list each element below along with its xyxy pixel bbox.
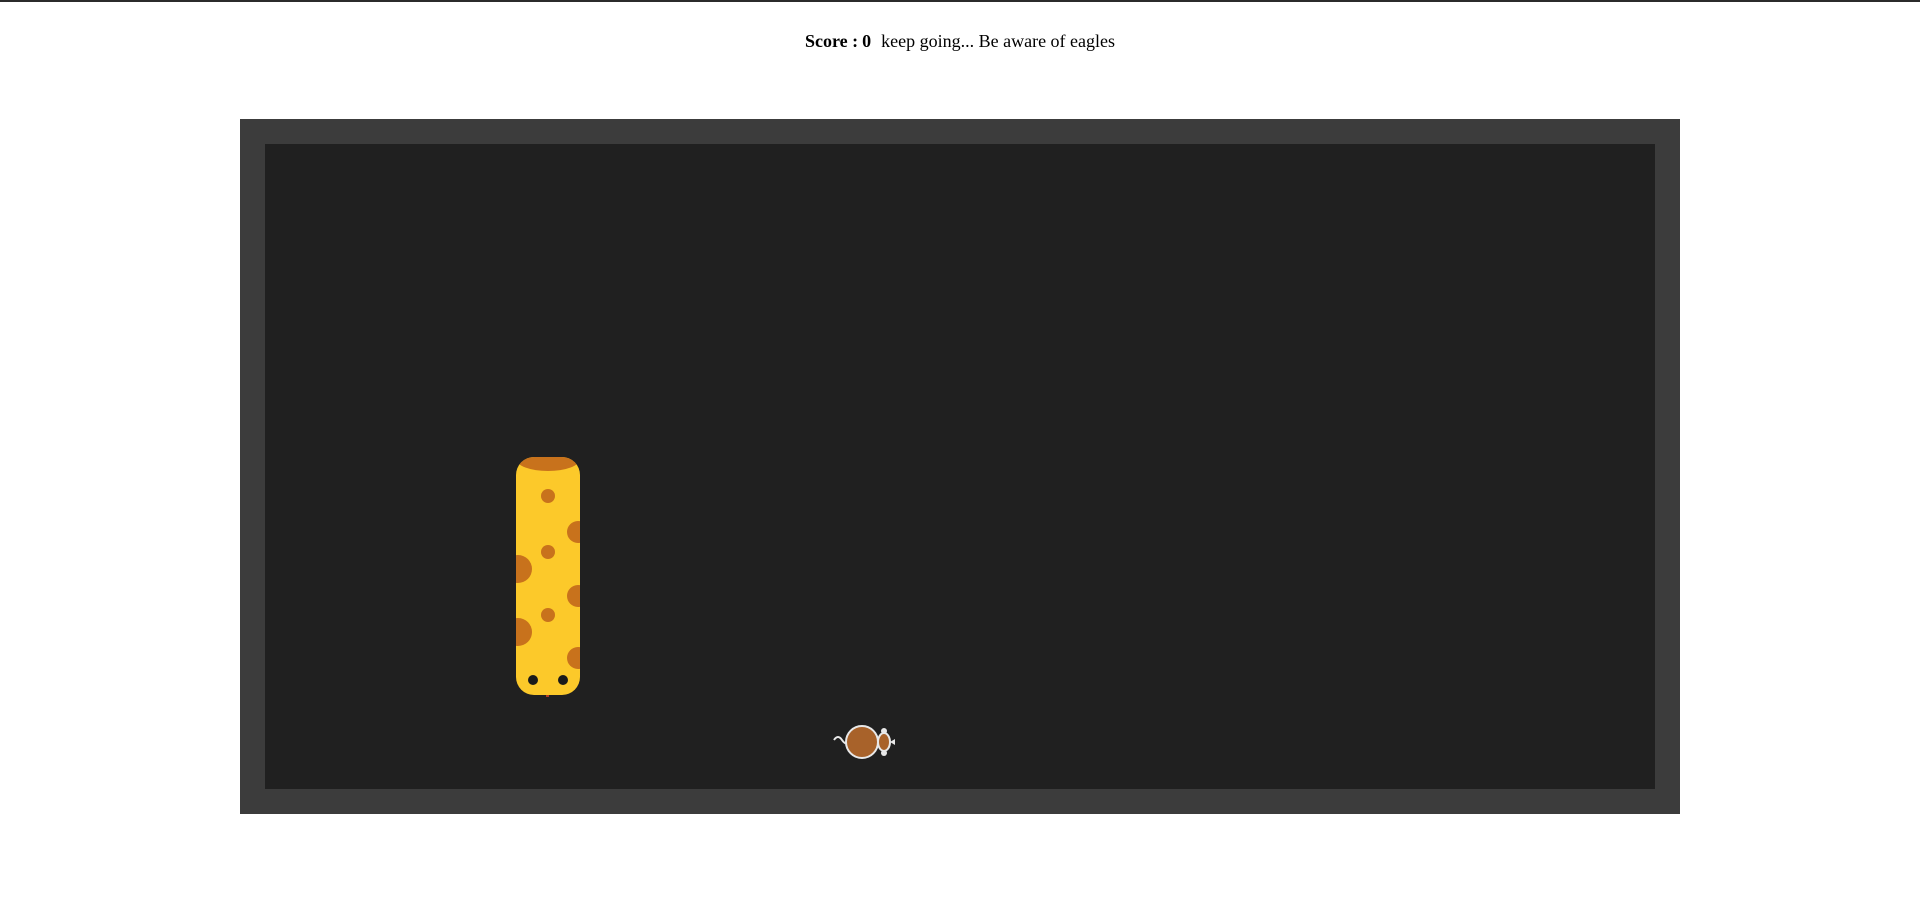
snake-eye — [558, 675, 568, 685]
mouse — [833, 725, 895, 759]
snake-eye — [528, 675, 538, 685]
score-value: 0 — [862, 31, 872, 51]
snake-spot — [541, 489, 555, 503]
snake-tongue — [546, 695, 549, 697]
game-board-frame — [240, 119, 1680, 814]
status-message: keep going... Be aware of eagles — [881, 31, 1116, 51]
mouse-ear — [881, 750, 887, 756]
mouse-ear — [881, 728, 887, 734]
score-bar: Score :0 keep going... Be aware of eagles — [0, 30, 1920, 52]
snake-spot — [541, 545, 555, 559]
mouse-head — [877, 732, 891, 752]
game-board[interactable] — [265, 144, 1655, 789]
score-label: Score : — [804, 31, 859, 51]
snake — [516, 457, 580, 697]
top-border — [0, 0, 1920, 2]
mouse-body — [845, 725, 879, 759]
snake-spot — [541, 608, 555, 622]
